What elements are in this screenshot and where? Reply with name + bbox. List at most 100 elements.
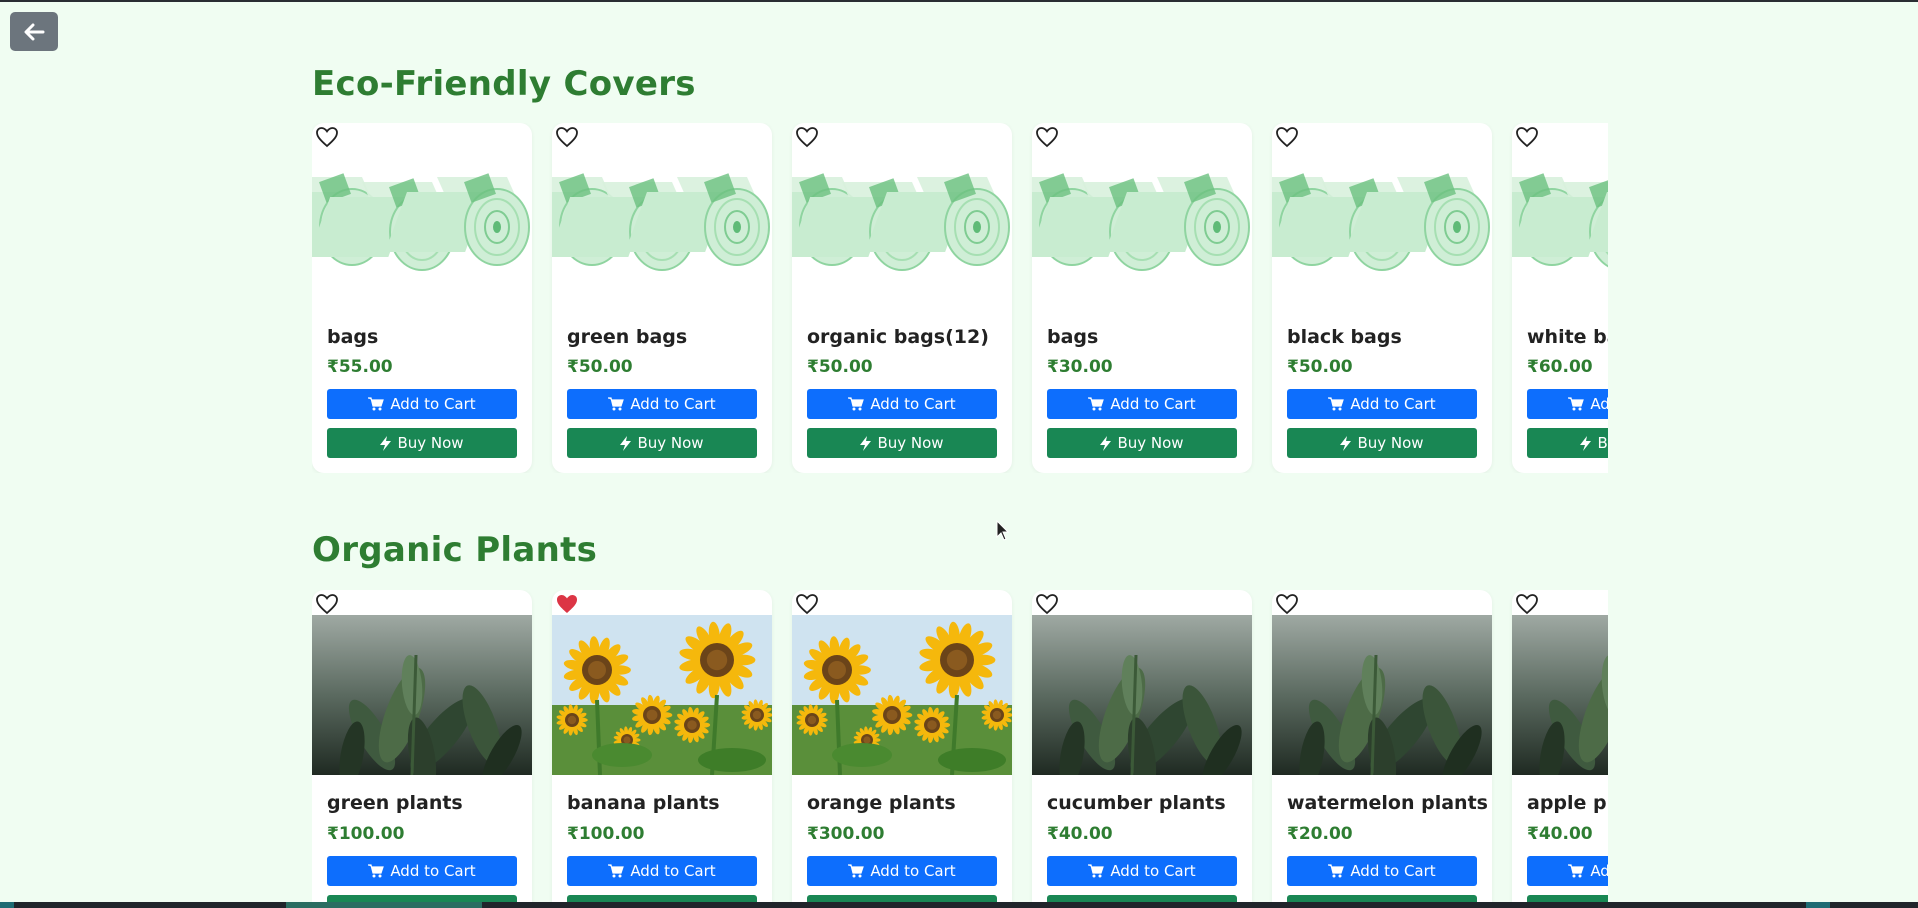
lightning-icon xyxy=(1580,435,1592,451)
buy-now-button[interactable]: Buy Now xyxy=(1287,428,1477,458)
cart-icon xyxy=(608,397,625,411)
buy-now-label: Buy Now xyxy=(1117,434,1184,452)
product-name: apple plants xyxy=(1527,792,1608,814)
cart-icon xyxy=(848,397,865,411)
heart-icon[interactable] xyxy=(1274,592,1300,616)
add-to-cart-label: Add to Cart xyxy=(1590,862,1608,880)
buy-now-label: Buy Now xyxy=(877,434,944,452)
product-card[interactable]: green plants ₹100.00 Add to Cart Buy Now xyxy=(312,590,532,902)
product-image[interactable] xyxy=(552,137,772,301)
product-name: orange plants xyxy=(807,792,956,814)
heart-icon[interactable] xyxy=(1514,125,1540,149)
add-to-cart-label: Add to Cart xyxy=(630,395,716,413)
product-price: ₹50.00 xyxy=(807,357,873,377)
cart-icon xyxy=(1328,397,1345,411)
buy-now-button[interactable]: Buy Now xyxy=(567,895,757,902)
product-image[interactable] xyxy=(1512,137,1608,301)
heart-icon[interactable] xyxy=(314,592,340,616)
buy-now-button[interactable]: Buy Now xyxy=(1287,895,1477,902)
heart-filled-icon[interactable] xyxy=(554,592,580,616)
product-name: bags xyxy=(327,326,379,348)
buy-now-label: Buy Now xyxy=(1597,434,1608,452)
buy-now-button[interactable]: Buy Now xyxy=(1527,895,1608,902)
heart-icon[interactable] xyxy=(554,125,580,149)
product-card[interactable]: cucumber plants ₹40.00 Add to Cart Buy Now xyxy=(1032,590,1252,902)
buy-now-label: Buy Now xyxy=(397,434,464,452)
product-price: ₹300.00 xyxy=(807,824,885,844)
heart-icon[interactable] xyxy=(794,125,820,149)
product-price: ₹40.00 xyxy=(1527,824,1593,844)
heart-icon[interactable] xyxy=(1274,125,1300,149)
product-card[interactable]: bags ₹55.00 Add to Cart Buy Now xyxy=(312,123,532,473)
add-to-cart-button[interactable]: Add to Cart xyxy=(1047,856,1237,886)
lightning-icon xyxy=(860,435,872,451)
add-to-cart-button[interactable]: Add to Cart xyxy=(327,856,517,886)
add-to-cart-label: Add to Cart xyxy=(1350,862,1436,880)
arrow-left-icon xyxy=(24,23,45,40)
product-image[interactable] xyxy=(1272,615,1492,793)
lightning-icon xyxy=(1340,435,1352,451)
add-to-cart-label: Add to Cart xyxy=(1350,395,1436,413)
lightning-icon xyxy=(1100,435,1112,451)
add-to-cart-label: Add to Cart xyxy=(390,395,476,413)
add-to-cart-button[interactable]: Add to Cart xyxy=(807,856,997,886)
product-image[interactable] xyxy=(792,137,1012,301)
product-card[interactable]: organic bags(12) ₹50.00 Add to Cart Buy Now xyxy=(792,123,1012,473)
add-to-cart-button[interactable]: Add to Cart xyxy=(567,856,757,886)
product-name: bags xyxy=(1047,326,1099,348)
product-card[interactable]: orange plants ₹300.00 Add to Cart Buy Now xyxy=(792,590,1012,902)
top-border xyxy=(0,0,1918,2)
product-image[interactable] xyxy=(792,615,1012,779)
cart-icon xyxy=(1568,397,1585,411)
buy-now-button[interactable]: Buy Now xyxy=(807,428,997,458)
heart-icon[interactable] xyxy=(794,592,820,616)
add-to-cart-button[interactable]: Add to Cart xyxy=(1287,856,1477,886)
heart-icon[interactable] xyxy=(314,125,340,149)
back-button[interactable] xyxy=(10,12,58,51)
add-to-cart-label: Add to Cart xyxy=(870,862,956,880)
add-to-cart-button[interactable]: Add to Cart xyxy=(807,389,997,419)
cart-icon xyxy=(608,864,625,878)
product-card[interactable]: apple plants ₹40.00 Add to Cart Buy Now xyxy=(1512,590,1608,902)
product-image[interactable] xyxy=(552,615,772,779)
product-name: cucumber plants xyxy=(1047,792,1226,814)
product-card[interactable]: green bags ₹50.00 Add to Cart Buy Now xyxy=(552,123,772,473)
add-to-cart-button[interactable]: Add to Cart xyxy=(567,389,757,419)
taskbar-segment xyxy=(286,902,482,908)
product-card[interactable]: white bags ₹60.00 Add to Cart Buy Now xyxy=(1512,123,1608,473)
buy-now-button[interactable]: Buy Now xyxy=(1047,895,1237,902)
buy-now-button[interactable]: Buy Now xyxy=(807,895,997,902)
buy-now-button[interactable]: Buy Now xyxy=(1047,428,1237,458)
product-card[interactable]: black bags ₹50.00 Add to Cart Buy Now xyxy=(1272,123,1492,473)
product-card[interactable]: watermelon plants ₹20.00 Add to Cart Buy No… xyxy=(1272,590,1492,902)
add-to-cart-button[interactable]: Add to Cart xyxy=(1527,389,1608,419)
product-card[interactable]: bags ₹30.00 Add to Cart Buy Now xyxy=(1032,123,1252,473)
buy-now-button[interactable]: Buy Now xyxy=(1527,428,1608,458)
heart-icon[interactable] xyxy=(1514,592,1540,616)
cart-icon xyxy=(1088,864,1105,878)
buy-now-label: Buy Now xyxy=(637,434,704,452)
add-to-cart-label: Add to Cart xyxy=(1590,395,1608,413)
product-image[interactable] xyxy=(1032,615,1252,793)
add-to-cart-button[interactable]: Add to Cart xyxy=(1527,856,1608,886)
lightning-icon xyxy=(620,435,632,451)
heart-icon[interactable] xyxy=(1034,125,1060,149)
add-to-cart-button[interactable]: Add to Cart xyxy=(1047,389,1237,419)
buy-now-button[interactable]: Buy Now xyxy=(327,895,517,902)
product-image[interactable] xyxy=(1032,137,1252,301)
product-image[interactable] xyxy=(312,615,532,793)
cart-icon xyxy=(1568,864,1585,878)
cart-icon xyxy=(368,864,385,878)
heart-icon[interactable] xyxy=(1034,592,1060,616)
buy-now-button[interactable]: Buy Now xyxy=(567,428,757,458)
product-image[interactable] xyxy=(1272,137,1492,301)
cart-icon xyxy=(1088,397,1105,411)
product-price: ₹50.00 xyxy=(567,357,633,377)
product-row-eco-friendly-covers: bags ₹55.00 Add to Cart Buy Now green bags ₹5… xyxy=(312,123,1608,473)
product-image[interactable] xyxy=(1512,615,1608,793)
buy-now-button[interactable]: Buy Now xyxy=(327,428,517,458)
add-to-cart-button[interactable]: Add to Cart xyxy=(327,389,517,419)
product-card[interactable]: banana plants ₹100.00 Add to Cart Buy Now xyxy=(552,590,772,902)
add-to-cart-button[interactable]: Add to Cart xyxy=(1287,389,1477,419)
product-image[interactable] xyxy=(312,137,532,301)
